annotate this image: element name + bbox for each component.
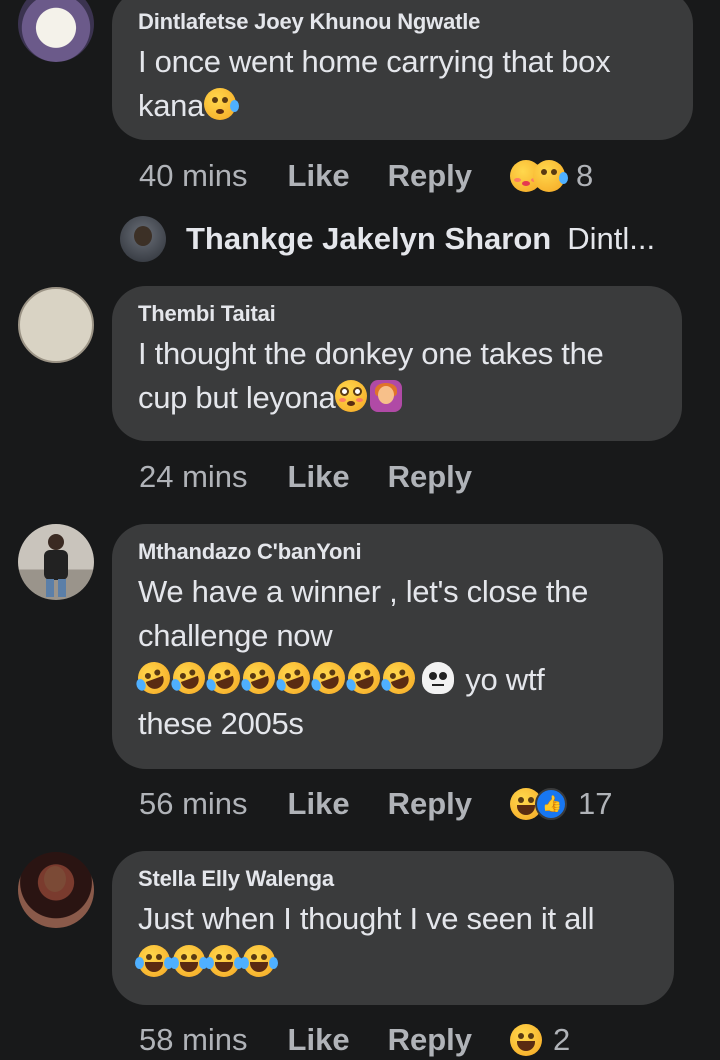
rofl-icon bbox=[273, 657, 315, 699]
reactions-summary[interactable]: 8 bbox=[510, 158, 593, 194]
tears-of-joy-icon bbox=[135, 945, 173, 977]
reaction-count: 8 bbox=[576, 158, 594, 193]
comment-text: Just when I thought I ve seen it all bbox=[135, 897, 648, 985]
rofl-emoji-row bbox=[133, 657, 465, 699]
rofl-icon bbox=[378, 657, 420, 699]
comment-time: 56 mins bbox=[139, 786, 248, 821]
rofl-icon bbox=[308, 657, 350, 699]
reply-button[interactable]: Reply bbox=[388, 786, 472, 822]
reply-author[interactable]: Thankge Jakelyn Sharon bbox=[186, 221, 551, 257]
comment-text: I thought the donkey one takes the cup b… bbox=[138, 336, 604, 415]
reply-preview[interactable]: Thankge Jakelyn Sharon Dintl... bbox=[120, 216, 655, 262]
skull-icon bbox=[422, 662, 454, 694]
comment-bubble: Mthandazo C'banYoni We have a winner , l… bbox=[112, 524, 663, 769]
comment-actions: 24 mins Like Reply bbox=[139, 457, 510, 497]
tears-of-joy-icon bbox=[240, 945, 278, 977]
reply-button[interactable]: Reply bbox=[388, 1022, 472, 1058]
reactions-summary[interactable]: 17 bbox=[510, 786, 612, 822]
rofl-icon bbox=[343, 657, 385, 699]
comment-text: We have a winner , let's close the chall… bbox=[133, 570, 637, 746]
haha-reaction-icon bbox=[510, 1024, 542, 1056]
like-button[interactable]: Like bbox=[288, 1022, 350, 1058]
tears-of-joy-icon bbox=[170, 945, 208, 977]
tears-of-joy-icon bbox=[205, 945, 243, 977]
like-button[interactable]: Like bbox=[288, 786, 350, 822]
comment-bubble: Stella Elly Walenga Just when I thought … bbox=[112, 851, 674, 1005]
comment-author[interactable]: Dintlafetse Joey Khunou Ngwatle bbox=[138, 8, 667, 36]
comment-actions: 40 mins Like Reply 8 bbox=[139, 156, 593, 196]
reply-avatar[interactable] bbox=[120, 216, 166, 262]
comment-time: 24 mins bbox=[139, 459, 248, 494]
reply-button[interactable]: Reply bbox=[388, 158, 472, 194]
avatar[interactable] bbox=[18, 524, 94, 600]
avatar[interactable] bbox=[18, 0, 94, 62]
comment-actions: 58 mins Like Reply 2 bbox=[139, 1020, 570, 1060]
comment-author[interactable]: Stella Elly Walenga bbox=[138, 865, 648, 893]
comment-thread: Dintlafetse Joey Khunou Ngwatle I once w… bbox=[0, 0, 720, 1060]
comment-author[interactable]: Thembi Taitai bbox=[138, 300, 656, 328]
comment-bubble: Dintlafetse Joey Khunou Ngwatle I once w… bbox=[112, 0, 693, 140]
comment-time: 40 mins bbox=[139, 158, 248, 193]
comment-time: 58 mins bbox=[139, 1022, 248, 1057]
comment-bubble: Thembi Taitai I thought the donkey one t… bbox=[112, 286, 682, 441]
like-button[interactable]: Like bbox=[288, 459, 350, 495]
woman-facepalm-icon bbox=[370, 380, 403, 412]
comment-text: I once went home carrying that box kana bbox=[138, 44, 611, 123]
rofl-icon bbox=[203, 657, 245, 699]
rofl-icon bbox=[168, 657, 210, 699]
reply-snippet: Dintl... bbox=[567, 221, 656, 256]
crying-face-icon bbox=[204, 88, 240, 120]
flushed-face-icon bbox=[335, 380, 368, 412]
comment-actions: 56 mins Like Reply 17 bbox=[139, 784, 612, 824]
like-reaction-icon bbox=[535, 788, 567, 820]
sad-face-icon bbox=[533, 160, 568, 192]
like-button[interactable]: Like bbox=[288, 158, 350, 194]
reaction-count: 17 bbox=[578, 786, 613, 821]
rofl-icon bbox=[238, 657, 280, 699]
laugh-emoji-row bbox=[135, 945, 278, 980]
reply-button[interactable]: Reply bbox=[388, 459, 472, 495]
reaction-count: 2 bbox=[553, 1022, 571, 1057]
reactions-summary[interactable]: 2 bbox=[510, 1022, 570, 1058]
comment-author[interactable]: Mthandazo C'banYoni bbox=[138, 538, 637, 566]
avatar[interactable] bbox=[18, 852, 94, 928]
avatar[interactable] bbox=[18, 287, 94, 363]
rofl-icon bbox=[133, 657, 175, 699]
